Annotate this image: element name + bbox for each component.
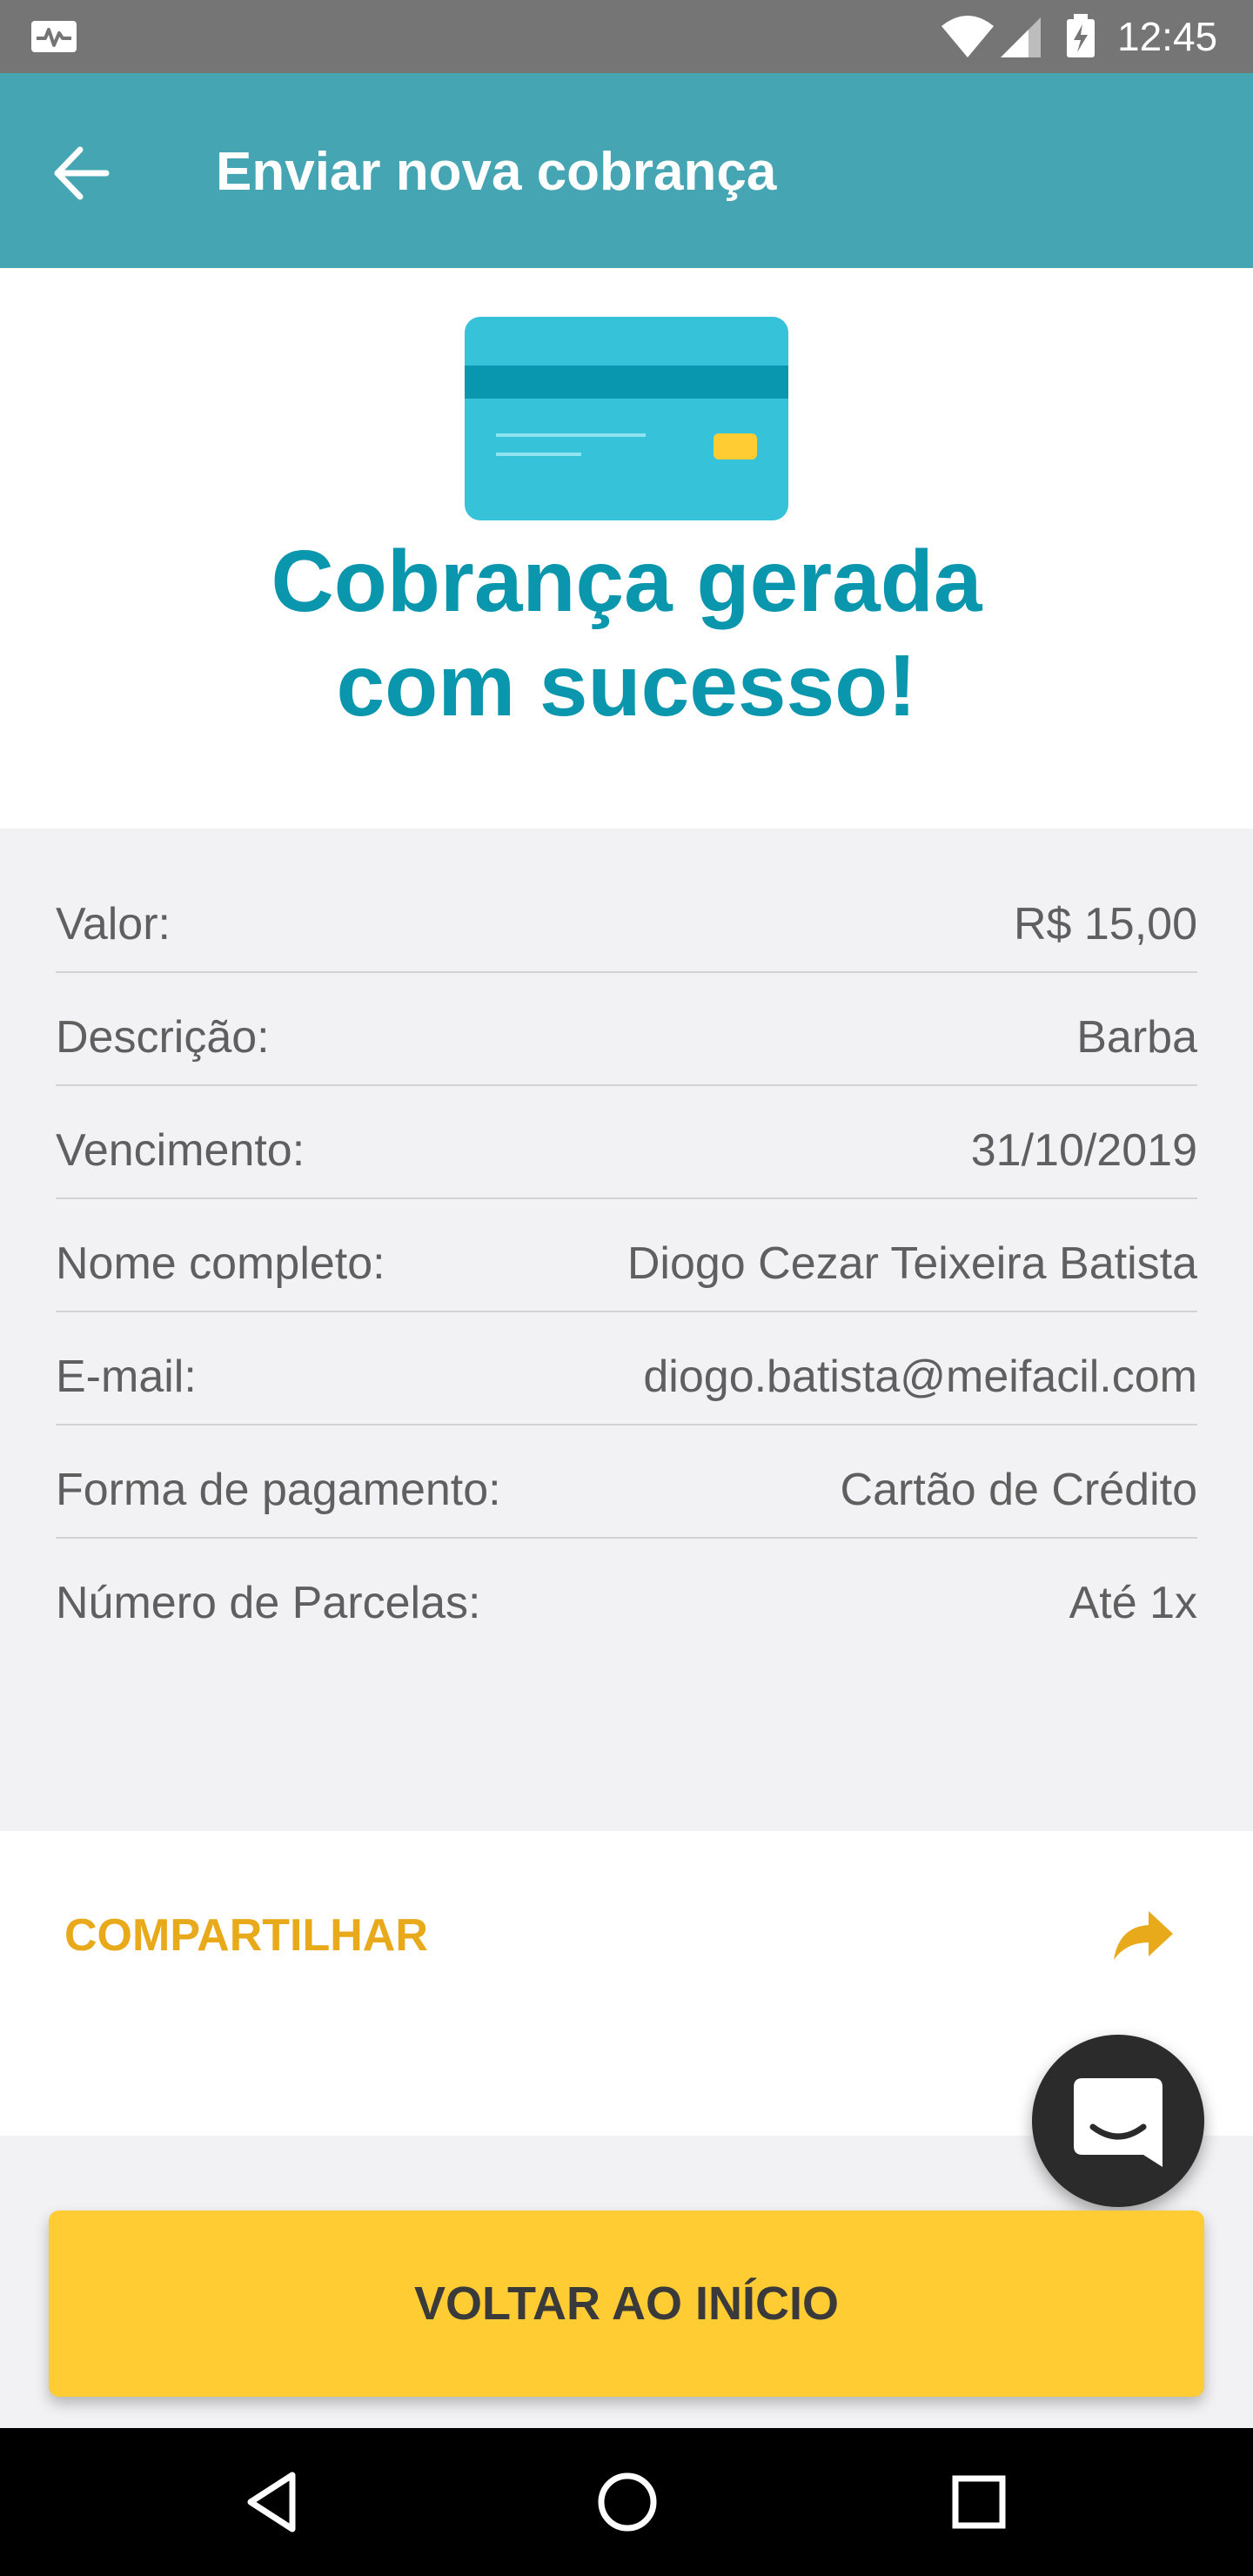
detail-value: diogo.batista@meifacil.com xyxy=(643,1352,1197,1402)
detail-row-vencimento: Vencimento: 31/10/2019 xyxy=(56,1086,1197,1199)
credit-card-icon xyxy=(465,317,788,520)
detail-label: E-mail: xyxy=(56,1352,197,1402)
share-label[interactable]: COMPARTILHAR xyxy=(64,1901,428,1970)
pulse-icon xyxy=(31,21,77,52)
signal-icon xyxy=(1001,17,1041,57)
detail-label: Forma de pagamento: xyxy=(56,1465,501,1515)
chat-button[interactable] xyxy=(1032,2035,1204,2207)
detail-row-parcelas: Número de Parcelas: Até 1x xyxy=(56,1539,1197,1652)
nav-recents-icon[interactable] xyxy=(940,2463,1018,2541)
battery-charging-icon xyxy=(1067,14,1095,57)
back-to-home-label: VOLTAR AO INÍCIO xyxy=(414,2277,839,2330)
detail-label: Nome completo: xyxy=(56,1238,385,1289)
nav-home-icon[interactable] xyxy=(588,2463,667,2541)
app-bar: Enviar nova cobrança xyxy=(0,73,1253,268)
page-title: Enviar nova cobrança xyxy=(216,142,777,202)
detail-label: Descrição: xyxy=(56,1012,270,1063)
detail-value: R$ 15,00 xyxy=(1013,899,1197,949)
detail-row-nome: Nome completo: Diogo Cezar Teixeira Bati… xyxy=(56,1199,1197,1312)
back-to-home-button[interactable]: VOLTAR AO INÍCIO xyxy=(49,2210,1204,2397)
detail-row-pagamento: Forma de pagamento: Cartão de Crédito xyxy=(56,1426,1197,1539)
system-nav-bar xyxy=(0,2428,1253,2576)
detail-label: Número de Parcelas: xyxy=(56,1578,481,1628)
status-time: 12:45 xyxy=(1117,14,1218,59)
success-hero: Cobrança gerada com sucesso! xyxy=(0,268,1253,828)
charge-details: Valor: R$ 15,00 Descrição: Barba Vencime… xyxy=(0,828,1253,1831)
share-arrow-icon[interactable] xyxy=(1110,1908,1176,1963)
detail-label: Valor: xyxy=(56,899,171,949)
detail-label: Vencimento: xyxy=(56,1125,305,1176)
detail-value: Barba xyxy=(1076,1012,1197,1063)
detail-row-email: E-mail: diogo.batista@meifacil.com xyxy=(56,1312,1197,1426)
arrow-left-icon[interactable] xyxy=(49,143,118,204)
wifi-icon xyxy=(941,16,994,57)
detail-value: Diogo Cezar Teixeira Batista xyxy=(626,1238,1197,1289)
detail-row-descricao: Descrição: Barba xyxy=(56,973,1197,1086)
chat-bubble-icon xyxy=(1074,2078,1163,2167)
detail-row-valor: Valor: R$ 15,00 xyxy=(56,860,1197,973)
detail-value: Até 1x xyxy=(1069,1578,1197,1628)
success-title: Cobrança gerada com sucesso! xyxy=(271,533,982,735)
detail-value: 31/10/2019 xyxy=(970,1125,1197,1176)
status-bar: 12:45 xyxy=(0,0,1253,73)
nav-back-icon[interactable] xyxy=(235,2463,313,2541)
detail-value: Cartão de Crédito xyxy=(840,1465,1197,1515)
